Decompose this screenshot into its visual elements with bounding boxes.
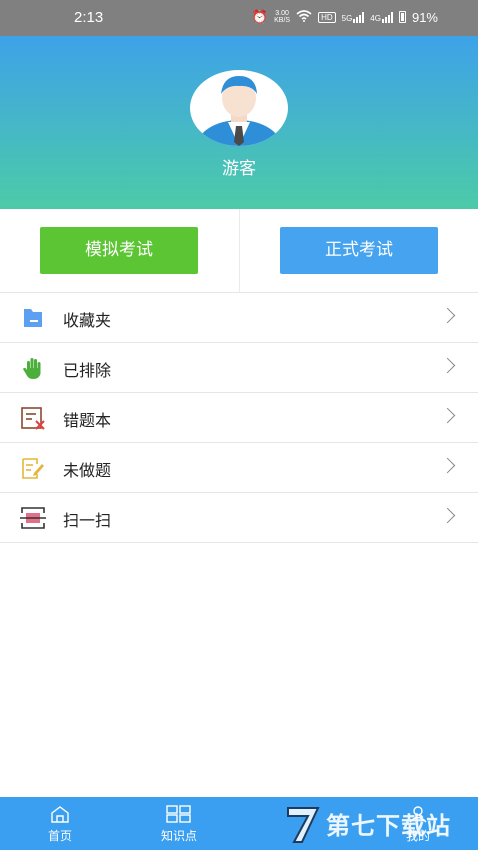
menu-item-label: 已排除 [63, 361, 112, 380]
folder-icon [20, 305, 46, 331]
menu-list: 收藏夹 已排除 错题本 未做题 扫一扫 [0, 293, 478, 543]
net-speed-value: 3.00 [275, 10, 289, 17]
grid-icon [166, 805, 191, 823]
formal-exam-button[interactable]: 正式考试 [280, 227, 438, 274]
watermark: 第七下载站 [284, 800, 474, 848]
net-speed: 3.00 KB/S [274, 10, 290, 24]
nav-item-knowledge[interactable]: 知识点 [139, 797, 219, 850]
sim2-label: 4G [370, 13, 381, 23]
nav-label: 首页 [47, 829, 72, 843]
edit-note-icon [20, 455, 46, 481]
divider [239, 209, 240, 293]
status-bar: 2:13 ⏰ 3.00 KB/S HD 5G 4G 91% [0, 0, 478, 36]
menu-item-label: 未做题 [63, 461, 112, 480]
exam-actions: 模拟考试 正式考试 [0, 209, 478, 293]
signal-bars-icon [353, 11, 365, 23]
menu-item-favorites[interactable]: 收藏夹 [0, 293, 478, 343]
menu-item-excluded[interactable]: 已排除 [0, 343, 478, 393]
scan-icon [20, 505, 46, 531]
chevron-right-icon [439, 357, 456, 374]
menu-item-label: 扫一扫 [63, 511, 112, 530]
nav-label: 知识点 [160, 829, 197, 843]
signal-bars-icon [381, 11, 393, 23]
menu-item-scan[interactable]: 扫一扫 [0, 493, 478, 543]
chevron-right-icon [439, 507, 456, 524]
profile-header: 游客 [0, 36, 478, 209]
menu-item-wrong-book[interactable]: 错题本 [0, 393, 478, 443]
mock-exam-button[interactable]: 模拟考试 [40, 227, 198, 274]
user-avatar-icon [195, 76, 283, 146]
alarm-icon: ⏰ [251, 9, 269, 24]
status-icons: ⏰ 3.00 KB/S HD 5G 4G 91% [252, 9, 438, 25]
signal-sim2: 4G [370, 11, 393, 23]
chevron-right-icon [439, 307, 456, 324]
battery-icon [398, 11, 406, 23]
net-speed-unit: KB/S [274, 17, 291, 24]
avatar[interactable] [190, 70, 288, 146]
watermark-logo-icon [287, 807, 320, 843]
status-time: 2:13 [74, 9, 104, 26]
home-icon [50, 805, 70, 823]
wrong-note-icon [20, 405, 46, 431]
chevron-right-icon [439, 457, 456, 474]
signal-sim1: 5G [341, 11, 365, 23]
hd-badge: HD [318, 11, 336, 23]
battery-percent: 91% [411, 9, 438, 25]
menu-item-label: 收藏夹 [63, 311, 112, 330]
menu-item-label: 错题本 [63, 411, 112, 430]
wifi-icon [296, 9, 312, 25]
username: 游客 [222, 159, 256, 179]
nav-item-home[interactable]: 首页 [20, 797, 100, 850]
watermark-text: 第七下载站 [326, 812, 451, 840]
menu-item-undone[interactable]: 未做题 [0, 443, 478, 493]
hand-icon [20, 355, 46, 381]
sim1-label: 5G [341, 13, 353, 23]
chevron-right-icon [439, 407, 456, 424]
